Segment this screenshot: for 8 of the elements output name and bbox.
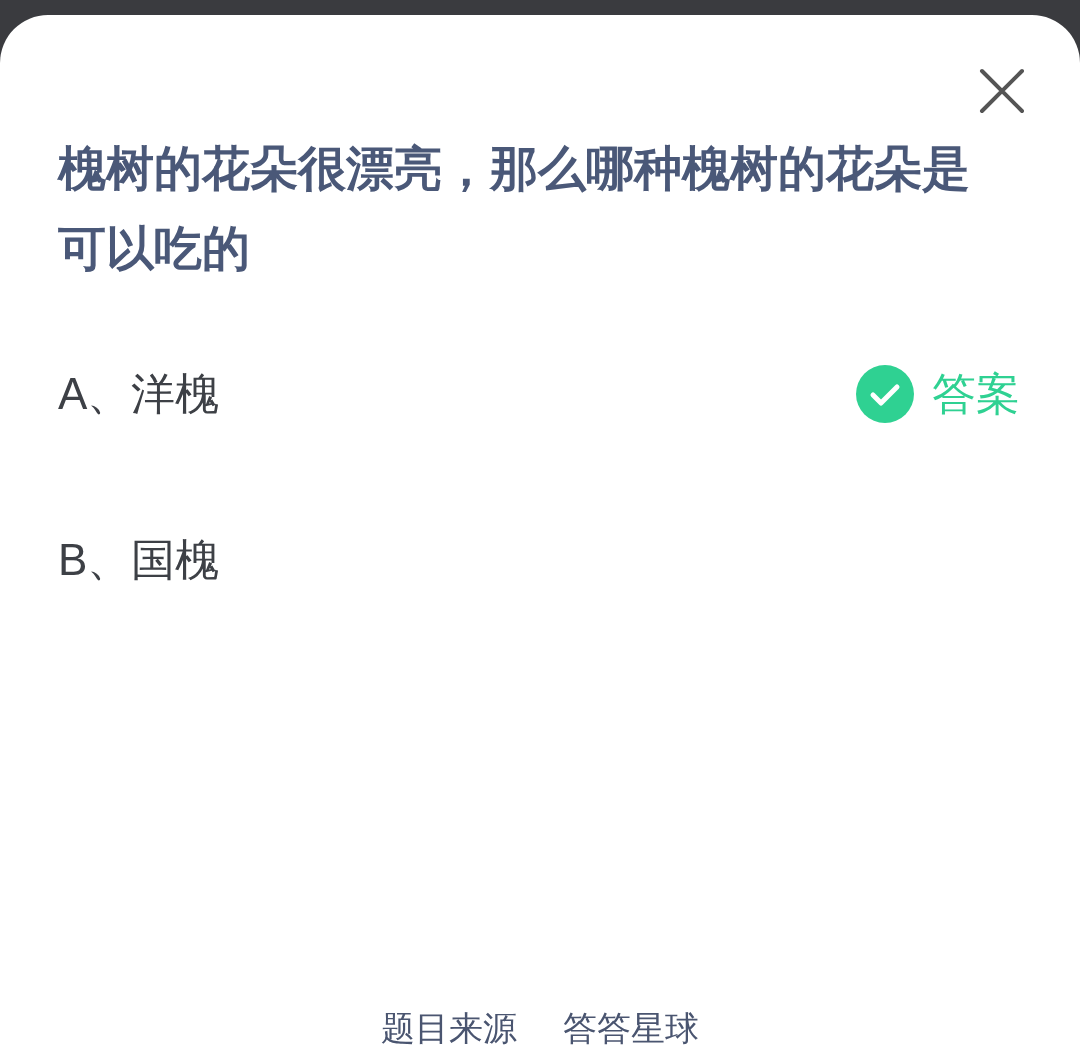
question-text: 槐树的花朵很漂亮，那么哪种槐树的花朵是可以吃的 <box>58 141 971 277</box>
source-name: 答答星球 <box>563 1008 699 1049</box>
option-text[interactable]: A、洋槐 <box>58 361 220 427</box>
source-label: 题目来源 <box>381 1008 517 1049</box>
option-text[interactable]: B、国槐 <box>58 527 220 593</box>
check-icon <box>856 365 914 423</box>
close-icon[interactable] <box>978 67 1026 115</box>
answer-label: 答案 <box>932 368 1020 420</box>
